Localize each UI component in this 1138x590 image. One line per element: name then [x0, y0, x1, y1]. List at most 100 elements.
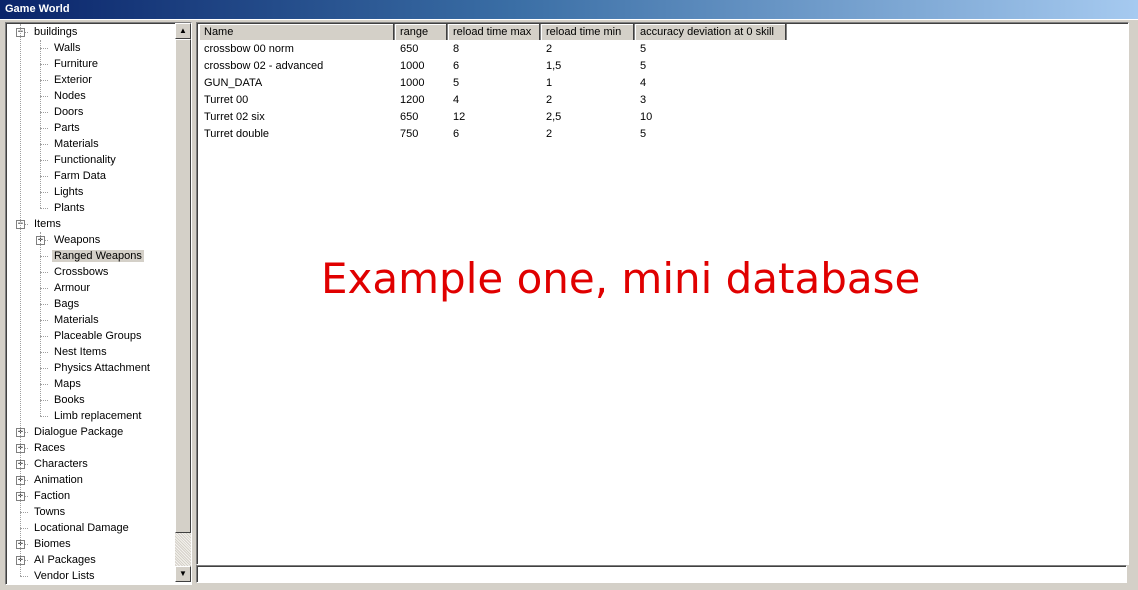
- tree-item-label: Plants: [54, 202, 85, 214]
- tree-item[interactable]: Parts: [52, 120, 82, 136]
- tree-item-label: Items: [34, 218, 61, 230]
- tree-item[interactable]: Farm Data: [52, 168, 108, 184]
- tree-item[interactable]: Items: [32, 216, 63, 232]
- tree-item[interactable]: Doors: [52, 104, 85, 120]
- tree-item[interactable]: Armour: [52, 280, 92, 296]
- tree-item[interactable]: Books: [52, 392, 87, 408]
- cell-accuracy: 3: [640, 94, 647, 106]
- tree-item-label: AI Packages: [34, 554, 96, 566]
- overlay-caption: Example one, mini database: [321, 254, 921, 303]
- tree-connector: [40, 128, 48, 129]
- tree-item[interactable]: Ranged Weapons: [52, 248, 144, 264]
- tree-item[interactable]: Crossbows: [52, 264, 110, 280]
- tree-item[interactable]: Faction: [32, 488, 72, 504]
- cell-reload-min: 2: [546, 128, 553, 140]
- tree-item[interactable]: Characters: [32, 456, 90, 472]
- tree-item[interactable]: Plants: [52, 200, 87, 216]
- tree-item[interactable]: Bags: [52, 296, 81, 312]
- scroll-thumb[interactable]: [175, 39, 191, 533]
- tree-item-label: Crossbows: [54, 266, 109, 278]
- column-header-name[interactable]: Name: [199, 24, 395, 40]
- table-row[interactable]: Turret 02 six 650 12 2,5 10: [199, 109, 1119, 126]
- tree-item[interactable]: Weapons: [52, 232, 102, 248]
- tree-item-label: Nest Items: [54, 346, 107, 358]
- tree-item-label: Nodes: [54, 90, 86, 102]
- tree-item-label: Maps: [54, 378, 81, 390]
- data-grid[interactable]: Name range reload time max reload time m…: [196, 22, 1129, 565]
- cell-accuracy: 4: [640, 77, 647, 89]
- table-row[interactable]: GUN_DATA 1000 5 1 4: [199, 75, 1119, 92]
- tree-item[interactable]: Functionality: [52, 152, 118, 168]
- tree-connector: [40, 160, 48, 161]
- cell-reload-max: 6: [453, 60, 460, 72]
- tree-connector: [40, 304, 48, 305]
- tree-item-label: Walls: [54, 42, 81, 54]
- cell-range: 750: [400, 128, 419, 140]
- tree-item[interactable]: Materials: [52, 136, 101, 152]
- tree-item-label: Characters: [34, 458, 88, 470]
- tree-item[interactable]: Lights: [52, 184, 85, 200]
- tree-connector: [40, 208, 48, 209]
- tree-item[interactable]: Locational Damage: [32, 520, 131, 536]
- tree-item[interactable]: Exterior: [52, 72, 94, 88]
- tree-item-label: Ranged Weapons: [52, 250, 144, 262]
- tree-item[interactable]: buildings: [32, 24, 79, 40]
- cell-reload-max: 8: [453, 43, 460, 55]
- tree-item[interactable]: AI Packages: [32, 552, 98, 568]
- tree-item[interactable]: Limb replacement: [52, 408, 143, 424]
- tree-item[interactable]: Furniture: [52, 56, 100, 72]
- tree-item[interactable]: Animation: [32, 472, 85, 488]
- window-title-bar[interactable]: Game World: [0, 0, 1138, 19]
- tree-item-label: Bags: [54, 298, 80, 310]
- tree-connector: [40, 368, 48, 369]
- tree-item[interactable]: Towns: [32, 504, 67, 520]
- scroll-down-button[interactable]: ▼: [175, 566, 191, 582]
- tree-item[interactable]: Nodes: [52, 88, 88, 104]
- table-row[interactable]: Turret double 750 6 2 5: [199, 126, 1119, 143]
- cell-range: 650: [400, 43, 419, 55]
- tree-connector: [40, 96, 48, 97]
- table-row[interactable]: crossbow 02 - advanced 1000 6 1,5 5: [199, 58, 1119, 75]
- category-tree[interactable]: − buildings Walls Furniture Exterior Nodes Doo…: [6, 23, 174, 582]
- tree-item-label: Furniture: [54, 58, 99, 70]
- tree-item[interactable]: Materials: [52, 312, 101, 328]
- tree-connector: [40, 256, 48, 257]
- tree-item[interactable]: Walls: [52, 40, 82, 56]
- tree-item-label: Armour: [54, 282, 91, 294]
- column-header-range[interactable]: range: [395, 24, 448, 40]
- tree-scrollbar[interactable]: ▲ ▼: [175, 23, 191, 582]
- tree-connector: [40, 400, 48, 401]
- table-row[interactable]: crossbow 00 norm 650 8 2 5: [199, 41, 1119, 58]
- tree-item[interactable]: Nest Items: [52, 344, 109, 360]
- tree-connector: [40, 336, 48, 337]
- cell-name: Turret double: [204, 128, 270, 140]
- tree-item[interactable]: Biomes: [32, 536, 73, 552]
- tree-item-label: Exterior: [54, 74, 92, 86]
- tree-guide-line: [40, 232, 41, 416]
- scroll-up-button[interactable]: ▲: [175, 23, 191, 39]
- table-row[interactable]: Turret 00 1200 4 2 3: [199, 92, 1119, 109]
- cell-reload-max: 12: [453, 111, 466, 123]
- column-header-reload-max[interactable]: reload time max: [448, 24, 541, 40]
- tree-item[interactable]: Vendor Lists: [32, 568, 97, 582]
- tree-connector: [20, 512, 28, 513]
- grid-footer-field[interactable]: [196, 565, 1127, 583]
- tree-item[interactable]: Races: [32, 440, 67, 456]
- tree-connector: [40, 352, 48, 353]
- cell-reload-max: 4: [453, 94, 460, 106]
- tree-item-label: Faction: [34, 490, 71, 502]
- tree-item[interactable]: Physics Attachment: [52, 360, 152, 376]
- column-header-accuracy[interactable]: accuracy deviation at 0 skill: [635, 24, 787, 40]
- tree-item-label: Physics Attachment: [54, 362, 150, 374]
- tree-item-label: Functionality: [54, 154, 116, 166]
- tree-guide-line: [40, 40, 41, 208]
- tree-item[interactable]: Maps: [52, 376, 83, 392]
- tree-item[interactable]: Dialogue Package: [32, 424, 125, 440]
- cell-accuracy: 5: [640, 60, 647, 72]
- tree-connector: [40, 176, 48, 177]
- tree-item-label: Limb replacement: [54, 410, 142, 422]
- column-header-reload-min[interactable]: reload time min: [541, 24, 635, 40]
- tree-connector: [20, 528, 28, 529]
- category-tree-pane[interactable]: − buildings Walls Furniture Exterior Nodes Doo…: [5, 22, 192, 585]
- tree-item[interactable]: Placeable Groups: [52, 328, 143, 344]
